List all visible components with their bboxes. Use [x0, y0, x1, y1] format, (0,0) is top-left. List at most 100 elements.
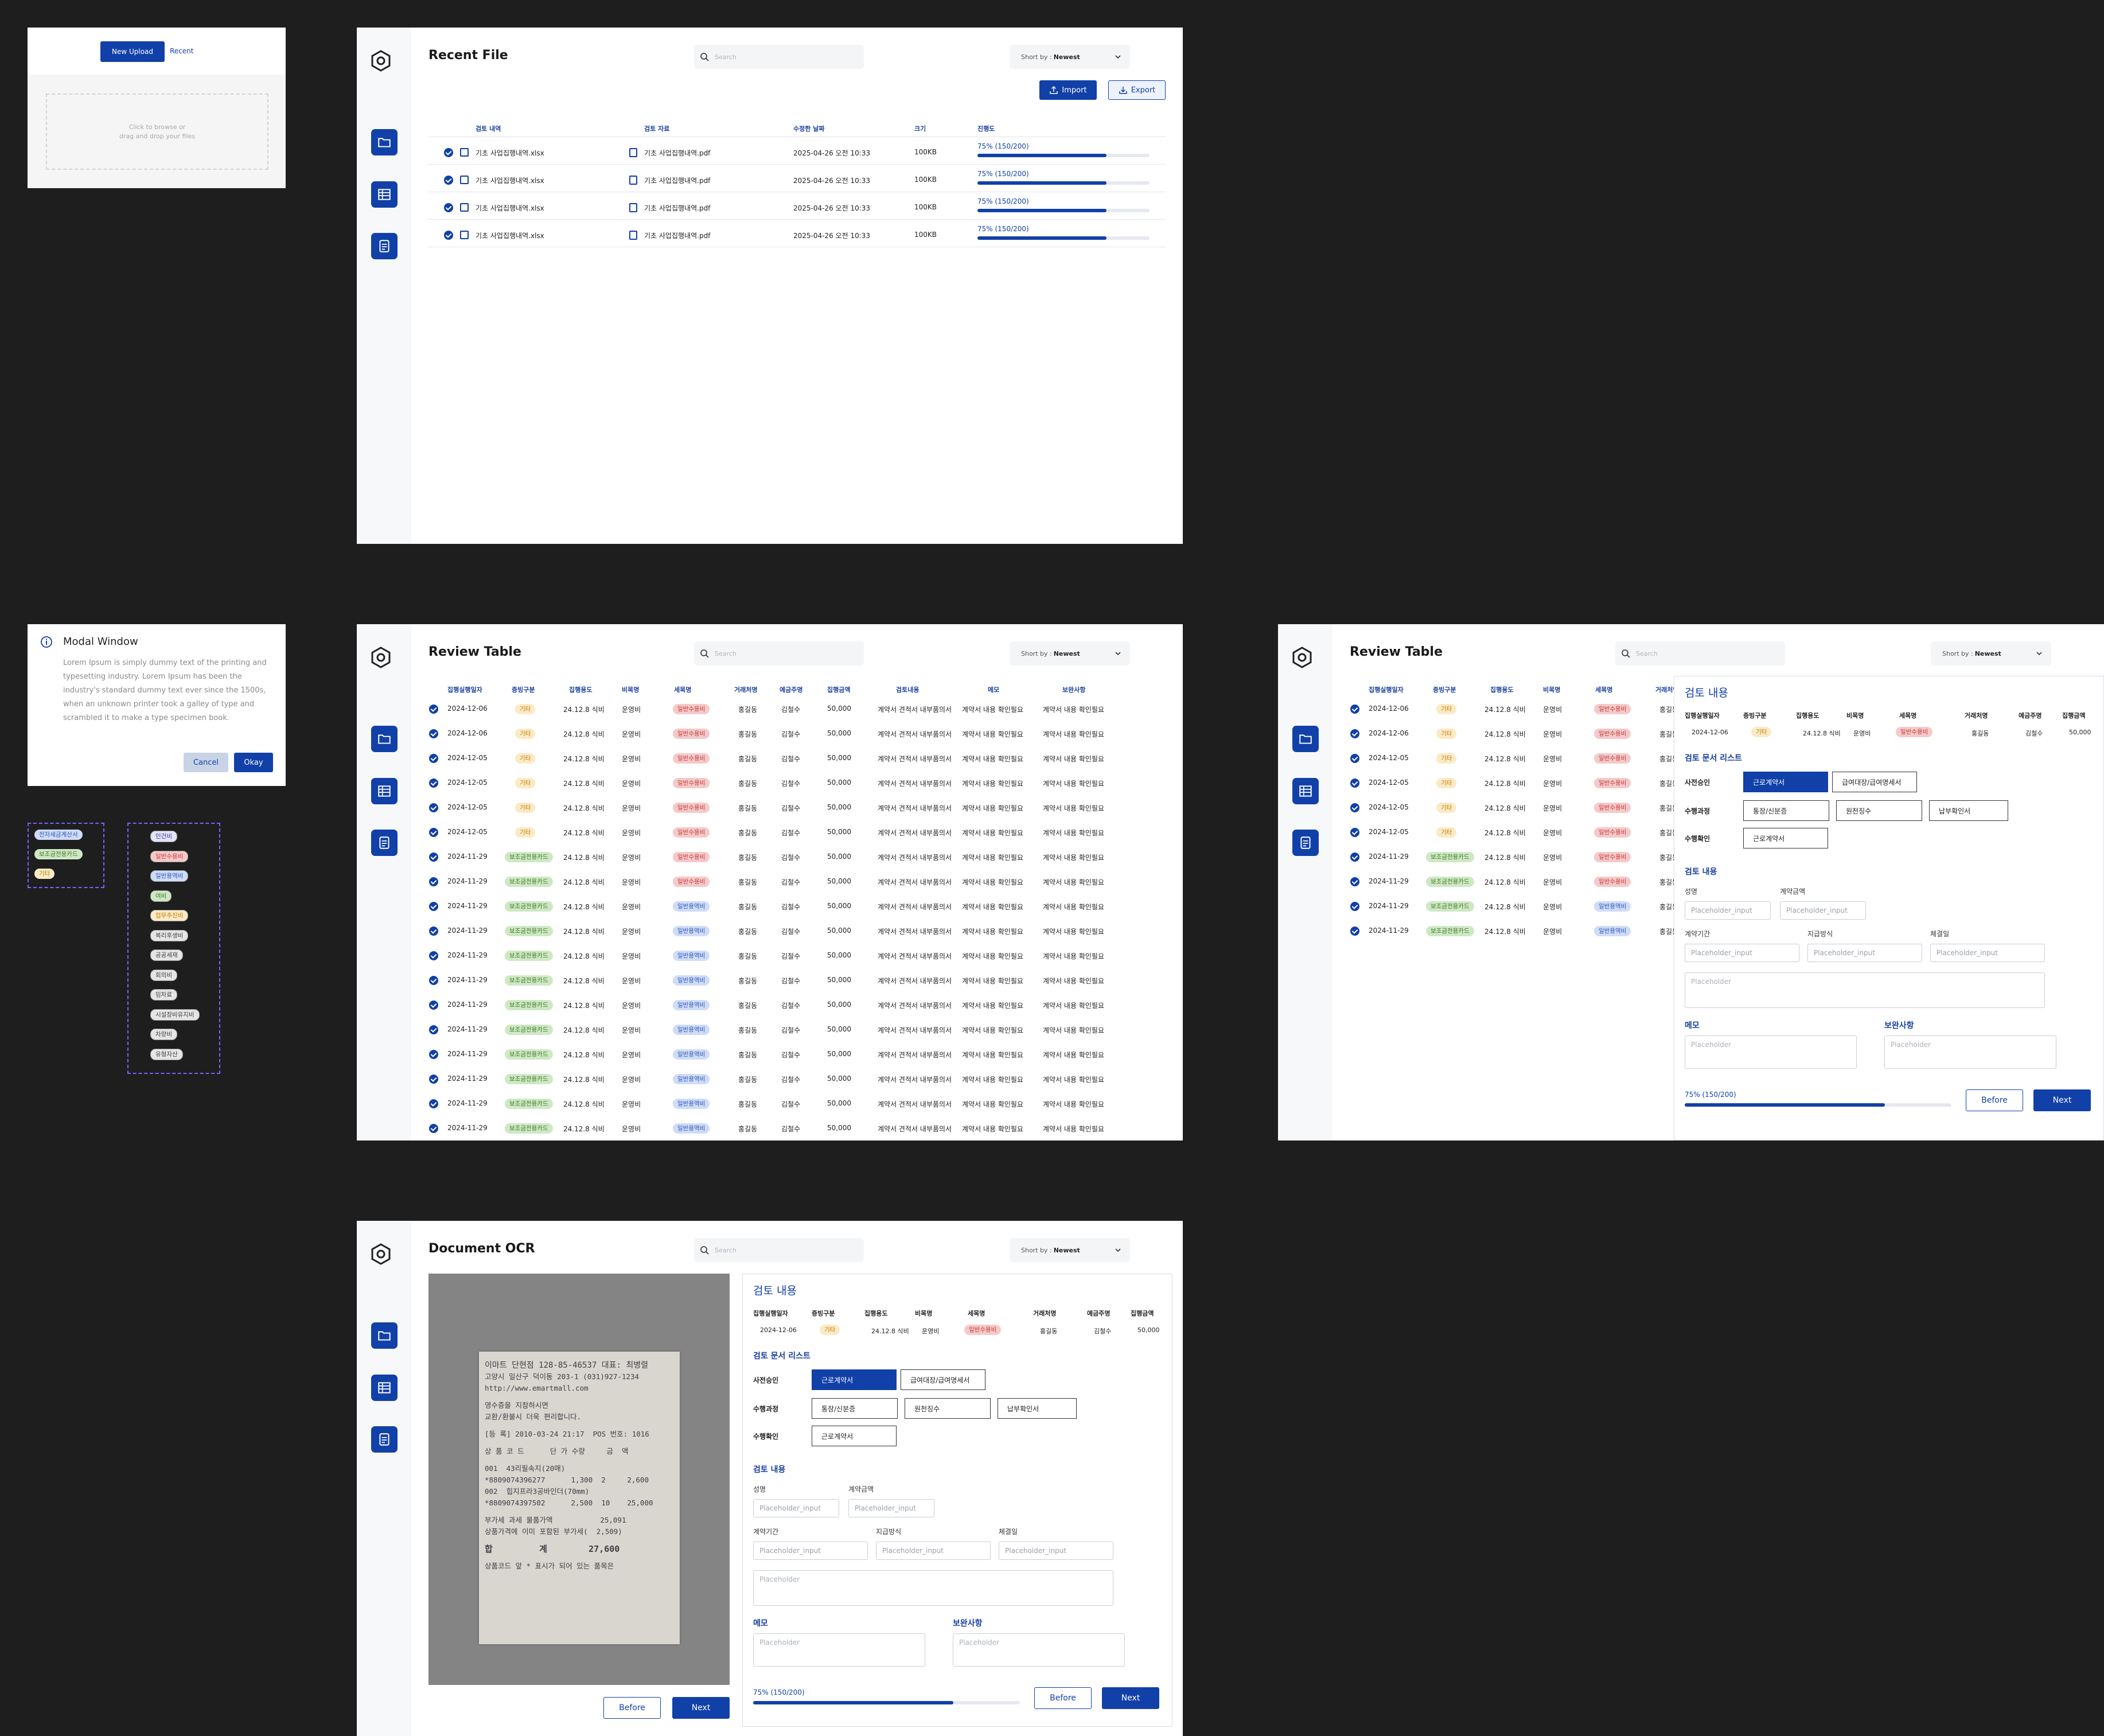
- column-header[interactable]: 증빙구분: [1433, 685, 1456, 694]
- search-input[interactable]: Search: [694, 641, 864, 665]
- checkbox-checked-icon[interactable]: [1350, 902, 1359, 911]
- checkbox-checked-icon[interactable]: [1350, 803, 1359, 812]
- table-nav-button[interactable]: [1292, 778, 1319, 804]
- sign-date-input[interactable]: Placeholder_input: [999, 1542, 1113, 1560]
- column-header[interactable]: 보완사항: [1062, 685, 1085, 694]
- checkbox-checked-icon[interactable]: [429, 803, 438, 812]
- checkbox-checked-icon[interactable]: [444, 148, 453, 157]
- column-header[interactable]: 집행실행일자: [447, 685, 482, 694]
- name-input[interactable]: Placeholder_input: [753, 1499, 839, 1517]
- doc-option-button[interactable]: 통장/신분증: [812, 1398, 898, 1419]
- pay-method-input[interactable]: Placeholder_input: [1807, 944, 1922, 962]
- checkbox-checked-icon[interactable]: [429, 828, 438, 837]
- review-textarea[interactable]: Placeholder: [753, 1570, 1113, 1606]
- doc-option-button[interactable]: 급여대장/급여명세서: [901, 1369, 985, 1390]
- checkbox-checked-icon[interactable]: [429, 1050, 438, 1059]
- period-input[interactable]: Placeholder_input: [753, 1542, 868, 1560]
- search-input[interactable]: Search: [1615, 641, 1785, 665]
- doc-option-button[interactable]: 근로계약서: [1743, 772, 1828, 792]
- drop-zone[interactable]: Click to browse or drag and drop your fi…: [46, 94, 268, 170]
- sort-dropdown[interactable]: Short by : Newest: [1010, 641, 1130, 665]
- table-nav-button[interactable]: [371, 778, 398, 804]
- column-header[interactable]: 수정한 날짜: [793, 124, 824, 133]
- doc-option-button[interactable]: 원천징수: [905, 1398, 991, 1419]
- document-nav-button[interactable]: [1292, 830, 1319, 856]
- cancel-button[interactable]: Cancel: [184, 753, 228, 772]
- checkbox-checked-icon[interactable]: [429, 1075, 438, 1084]
- sign-date-input[interactable]: Placeholder_input: [1930, 944, 2045, 962]
- doc-option-button[interactable]: 근로계약서: [1743, 828, 1828, 848]
- recent-tab[interactable]: Recent: [170, 47, 193, 55]
- document-nav-button[interactable]: [371, 830, 398, 856]
- before-button[interactable]: Before: [1034, 1687, 1092, 1709]
- sort-dropdown[interactable]: Short by : Newest: [1931, 641, 2051, 665]
- column-header[interactable]: 세목명: [674, 685, 691, 694]
- checkbox-checked-icon[interactable]: [429, 729, 438, 738]
- review-textarea[interactable]: Placeholder: [1685, 972, 2045, 1008]
- folder-nav-button[interactable]: [371, 129, 398, 155]
- doc-option-button[interactable]: 납부확인서: [1929, 800, 2008, 821]
- next-button[interactable]: Next: [1102, 1687, 1159, 1709]
- import-button[interactable]: Import: [1039, 80, 1097, 100]
- column-header[interactable]: 크기: [914, 124, 926, 133]
- checkbox-checked-icon[interactable]: [429, 877, 438, 886]
- doc-option-button[interactable]: 근로계약서: [812, 1426, 897, 1446]
- doc-option-button[interactable]: 원천징수: [1836, 800, 1922, 821]
- document-nav-button[interactable]: [371, 233, 398, 259]
- fix-textarea[interactable]: Placeholder: [1884, 1036, 2056, 1069]
- memo-textarea[interactable]: Placeholder: [753, 1633, 925, 1667]
- column-header[interactable]: 세목명: [1595, 685, 1612, 694]
- column-header[interactable]: 예금주명: [780, 685, 802, 694]
- checkbox-checked-icon[interactable]: [429, 1025, 438, 1034]
- doc-option-button[interactable]: 통장/신분증: [1743, 800, 1829, 821]
- fix-textarea[interactable]: Placeholder: [953, 1633, 1125, 1667]
- table-nav-button[interactable]: [371, 1375, 398, 1401]
- checkbox-checked-icon[interactable]: [444, 231, 453, 240]
- checkbox-checked-icon[interactable]: [429, 853, 438, 862]
- before-button[interactable]: Before: [1966, 1089, 2023, 1111]
- column-header[interactable]: 집행용도: [569, 685, 592, 694]
- column-header[interactable]: 진행도: [977, 124, 995, 133]
- column-header[interactable]: 집행용도: [1490, 685, 1513, 694]
- next-button[interactable]: Next: [2033, 1089, 2091, 1111]
- contract-amount-input[interactable]: Placeholder_input: [848, 1499, 934, 1517]
- folder-nav-button[interactable]: [371, 726, 398, 752]
- column-header[interactable]: 비목명: [622, 685, 639, 694]
- memo-textarea[interactable]: Placeholder: [1685, 1036, 1857, 1069]
- name-input[interactable]: Placeholder_input: [1685, 901, 1771, 920]
- search-input[interactable]: Search: [694, 1238, 864, 1262]
- new-upload-tab[interactable]: New Upload: [100, 41, 165, 62]
- contract-amount-input[interactable]: Placeholder_input: [1780, 901, 1866, 920]
- checkbox-checked-icon[interactable]: [429, 704, 438, 714]
- search-input[interactable]: Search: [694, 45, 864, 69]
- doc-option-button[interactable]: 근로계약서: [812, 1369, 897, 1390]
- column-header[interactable]: 비목명: [1543, 685, 1560, 694]
- column-header[interactable]: 검토 자료: [644, 124, 669, 133]
- checkbox-checked-icon[interactable]: [429, 927, 438, 936]
- column-header[interactable]: 검토 내역: [476, 124, 501, 133]
- checkbox-checked-icon[interactable]: [1350, 779, 1359, 788]
- checkbox-checked-icon[interactable]: [429, 951, 438, 960]
- folder-nav-button[interactable]: [1292, 726, 1319, 752]
- sort-dropdown[interactable]: Short by : Newest: [1010, 45, 1130, 69]
- checkbox-checked-icon[interactable]: [1350, 704, 1359, 714]
- checkbox-checked-icon[interactable]: [444, 176, 453, 185]
- checkbox-checked-icon[interactable]: [1350, 877, 1359, 886]
- checkbox-checked-icon[interactable]: [429, 976, 438, 985]
- column-header[interactable]: 집행금액: [827, 685, 850, 694]
- checkbox-checked-icon[interactable]: [429, 779, 438, 788]
- pay-method-input[interactable]: Placeholder_input: [876, 1542, 991, 1560]
- sort-dropdown[interactable]: Short by : Newest: [1010, 1238, 1130, 1262]
- folder-nav-button[interactable]: [371, 1322, 398, 1349]
- checkbox-checked-icon[interactable]: [444, 203, 453, 212]
- period-input[interactable]: Placeholder_input: [1685, 944, 1799, 962]
- doc-option-button[interactable]: 급여대장/급여명세서: [1832, 772, 1917, 792]
- document-nav-button[interactable]: [371, 1426, 398, 1453]
- checkbox-checked-icon[interactable]: [1350, 927, 1359, 936]
- export-button[interactable]: Export: [1108, 80, 1166, 100]
- before-button[interactable]: Before: [603, 1697, 661, 1719]
- column-header[interactable]: 검토내용: [896, 685, 919, 694]
- checkbox-checked-icon[interactable]: [1350, 853, 1359, 862]
- checkbox-checked-icon[interactable]: [429, 754, 438, 763]
- column-header[interactable]: 집행실행일자: [1369, 685, 1404, 694]
